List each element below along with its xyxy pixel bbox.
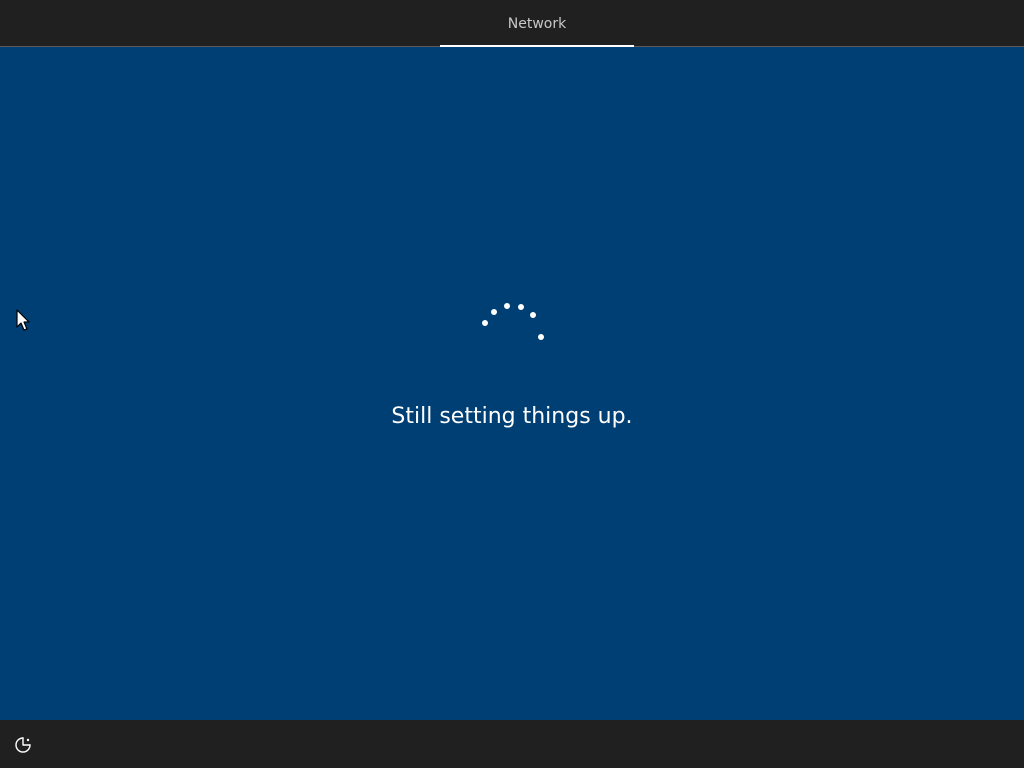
setup-status-text: Still setting things up. — [391, 404, 633, 429]
setup-main-area — [0, 47, 1024, 719]
tab-label: Network — [507, 16, 567, 32]
top-bar: Network — [0, 0, 1024, 47]
mouse-pointer-icon — [16, 309, 30, 331]
tab-network: Network — [440, 0, 634, 47]
ease-of-access-icon[interactable] — [13, 734, 35, 756]
bottom-bar — [0, 720, 1024, 768]
loading-spinner-icon — [482, 303, 544, 340]
